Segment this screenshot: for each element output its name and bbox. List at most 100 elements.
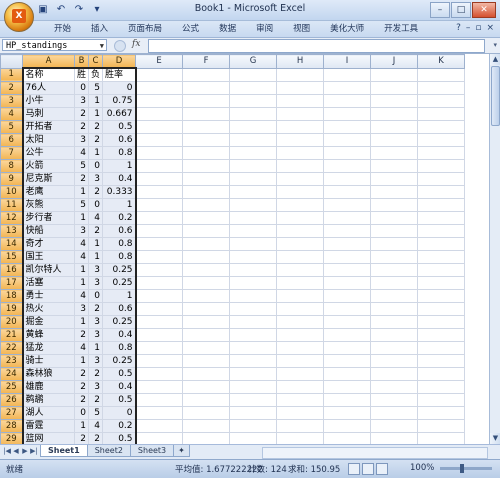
cell[interactable] (229, 211, 278, 225)
cell[interactable] (417, 185, 466, 199)
cell[interactable]: 5 (88, 81, 104, 95)
row-header[interactable]: 9 (0, 172, 23, 186)
cell[interactable] (370, 107, 419, 121)
row-header[interactable]: 26 (0, 393, 23, 407)
cell[interactable] (229, 302, 278, 316)
cell[interactable] (276, 185, 325, 199)
cell[interactable] (323, 211, 372, 225)
ribbon-close-icon[interactable]: × (486, 23, 494, 33)
help-icon[interactable]: ? (456, 23, 461, 33)
cell[interactable] (182, 120, 231, 134)
cell[interactable] (182, 328, 231, 342)
zoom-level[interactable]: 100% (410, 463, 434, 473)
cell[interactable]: 3 (88, 172, 104, 186)
cell[interactable]: 鹈鹕 (21, 393, 75, 407)
cell[interactable]: 灰熊 (21, 198, 75, 212)
cell[interactable] (323, 237, 372, 251)
cell[interactable] (276, 94, 325, 108)
cell[interactable] (276, 224, 325, 238)
cell[interactable] (276, 107, 325, 121)
cell[interactable] (229, 419, 278, 433)
cell[interactable] (229, 107, 278, 121)
cell[interactable] (323, 328, 372, 342)
cell[interactable]: 2 (73, 432, 90, 444)
cell[interactable] (135, 367, 184, 381)
cell[interactable] (182, 237, 231, 251)
cell[interactable] (370, 146, 419, 160)
cell[interactable]: 胜率 (102, 67, 137, 82)
cell[interactable]: 0.667 (102, 107, 137, 121)
cell[interactable] (229, 146, 278, 160)
cell[interactable]: 黄蜂 (21, 328, 75, 342)
cell[interactable] (370, 276, 419, 290)
row-header[interactable]: 11 (0, 198, 23, 212)
cell[interactable] (276, 198, 325, 212)
cell[interactable] (229, 133, 278, 147)
cell[interactable] (182, 185, 231, 199)
prev-sheet-icon[interactable]: ◀ (12, 447, 20, 455)
last-sheet-icon[interactable]: ▶| (30, 447, 38, 455)
name-box[interactable]: HP_standings ▼ (2, 39, 107, 51)
minimize-icon[interactable]: – (430, 2, 450, 18)
row-header[interactable]: 13 (0, 224, 23, 238)
cell[interactable]: 1 (73, 211, 90, 225)
cell[interactable]: 1 (88, 237, 104, 251)
cell[interactable] (182, 341, 231, 355)
cell[interactable]: 森林狼 (21, 367, 75, 381)
cell[interactable] (182, 302, 231, 316)
row-header[interactable]: 29 (0, 432, 23, 444)
cell[interactable]: 3 (73, 224, 90, 238)
sheet-tab[interactable]: Sheet2 (86, 445, 131, 457)
cell[interactable] (323, 393, 372, 407)
cell[interactable]: 0 (73, 406, 90, 420)
row-header[interactable]: 6 (0, 133, 23, 147)
ribbon-tab[interactable]: 公式 (172, 23, 209, 36)
row-header[interactable]: 7 (0, 146, 23, 160)
cell[interactable] (323, 289, 372, 303)
cell[interactable] (276, 432, 325, 444)
cell[interactable] (182, 380, 231, 394)
row-header[interactable]: 3 (0, 94, 23, 108)
cell[interactable]: 胜 (73, 67, 90, 82)
row-header[interactable]: 15 (0, 250, 23, 264)
cell[interactable] (135, 432, 184, 444)
row-header[interactable]: 24 (0, 367, 23, 381)
ribbon-tab[interactable]: 页面布局 (118, 23, 172, 36)
cell[interactable] (229, 263, 278, 277)
cell[interactable] (417, 263, 466, 277)
cell[interactable]: 猛龙 (21, 341, 75, 355)
worksheet-grid[interactable]: ABCDEFGHIJK 1 名称胜负胜率 2 76人 0 5 0 3 小牛 3 1 0.75 4 马刺 2 1… (0, 54, 489, 444)
cell[interactable] (323, 276, 372, 290)
cell[interactable] (370, 432, 419, 444)
cell[interactable] (135, 133, 184, 147)
row-header[interactable]: 8 (0, 159, 23, 173)
cell[interactable] (135, 94, 184, 108)
cell[interactable]: 2 (88, 185, 104, 199)
cell[interactable] (182, 276, 231, 290)
cell[interactable] (135, 81, 184, 95)
cell[interactable] (182, 224, 231, 238)
row-header[interactable]: 20 (0, 315, 23, 329)
cell[interactable]: 1 (102, 198, 137, 212)
cell[interactable] (370, 224, 419, 238)
cell[interactable] (323, 250, 372, 264)
formula-expand-icon[interactable]: ▾ (493, 41, 497, 49)
cell[interactable]: 活塞 (21, 276, 75, 290)
cell[interactable] (276, 133, 325, 147)
cell[interactable]: 3 (88, 315, 104, 329)
cell[interactable]: 1 (102, 289, 137, 303)
cell[interactable]: 2 (88, 393, 104, 407)
cell[interactable] (417, 107, 466, 121)
cell[interactable]: 2 (73, 367, 90, 381)
row-header[interactable]: 1 (0, 67, 23, 82)
scroll-down-icon[interactable]: ▼ (490, 433, 500, 444)
cell[interactable]: 1 (102, 159, 137, 173)
cell[interactable] (323, 263, 372, 277)
cell[interactable]: 2 (73, 107, 90, 121)
row-header[interactable]: 12 (0, 211, 23, 225)
cell[interactable]: 5 (73, 198, 90, 212)
cell[interactable]: 0 (88, 198, 104, 212)
cell[interactable]: 骑士 (21, 354, 75, 368)
cell[interactable] (417, 146, 466, 160)
cell[interactable]: 5 (73, 159, 90, 173)
